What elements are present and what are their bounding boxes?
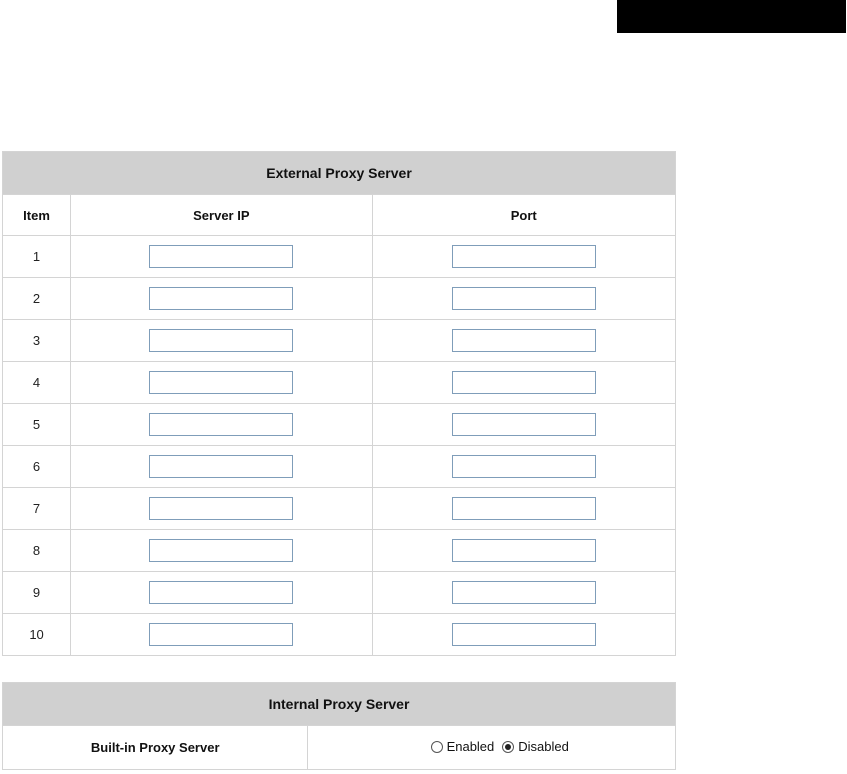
item-column-header: Item bbox=[1, 194, 72, 236]
server-ip-cell bbox=[70, 445, 373, 488]
table-row: 6 bbox=[1, 445, 677, 488]
port-cell bbox=[371, 235, 677, 278]
port-input[interactable] bbox=[451, 329, 596, 352]
port-cell bbox=[371, 613, 677, 656]
item-number: 2 bbox=[1, 277, 72, 320]
port-input[interactable] bbox=[451, 371, 596, 394]
builtin-proxy-row: Built-in Proxy Server Enabled Disabled bbox=[1, 725, 676, 770]
server-ip-input[interactable] bbox=[149, 329, 294, 352]
server-ip-cell bbox=[70, 319, 373, 362]
disabled-radio[interactable] bbox=[502, 740, 515, 753]
item-number: 9 bbox=[1, 571, 72, 614]
item-number: 5 bbox=[1, 403, 72, 446]
server-ip-column-header: Server IP bbox=[70, 194, 373, 236]
port-input[interactable] bbox=[451, 539, 596, 562]
server-ip-input[interactable] bbox=[149, 413, 294, 436]
port-cell bbox=[371, 403, 677, 446]
port-input[interactable] bbox=[451, 623, 596, 646]
enabled-radio[interactable] bbox=[430, 740, 443, 753]
item-number: 7 bbox=[1, 487, 72, 530]
server-ip-input[interactable] bbox=[149, 245, 294, 268]
server-ip-cell bbox=[70, 613, 373, 656]
enabled-radio-label[interactable]: Enabled bbox=[447, 739, 495, 754]
builtin-proxy-options: Enabled Disabled bbox=[307, 725, 676, 770]
server-ip-input[interactable] bbox=[149, 539, 294, 562]
server-ip-input[interactable] bbox=[149, 623, 294, 646]
item-number: 6 bbox=[1, 445, 72, 488]
server-ip-input[interactable] bbox=[149, 455, 294, 478]
port-input[interactable] bbox=[451, 497, 596, 520]
table-row: 3 bbox=[1, 319, 677, 362]
server-ip-input[interactable] bbox=[149, 371, 294, 394]
server-ip-cell bbox=[70, 403, 373, 446]
table-row: 8 bbox=[1, 529, 677, 572]
external-proxy-title: External Proxy Server bbox=[2, 151, 676, 195]
port-input[interactable] bbox=[451, 455, 596, 478]
item-number: 10 bbox=[1, 613, 72, 656]
port-cell bbox=[371, 487, 677, 530]
external-proxy-server-table: External Proxy Server Item Server IP Por… bbox=[1, 151, 677, 656]
table-row: 10 bbox=[1, 613, 677, 656]
server-ip-cell bbox=[70, 487, 373, 530]
port-cell bbox=[371, 445, 677, 488]
top-right-black-box bbox=[617, 0, 846, 33]
builtin-proxy-label: Built-in Proxy Server bbox=[1, 725, 309, 770]
port-cell bbox=[371, 571, 677, 614]
server-ip-cell bbox=[70, 361, 373, 404]
internal-proxy-server-table: Internal Proxy Server Built-in Proxy Ser… bbox=[1, 682, 676, 770]
table-row: 2 bbox=[1, 277, 677, 320]
port-input[interactable] bbox=[451, 581, 596, 604]
builtin-proxy-radio-group: Enabled Disabled bbox=[430, 739, 573, 754]
port-column-header: Port bbox=[371, 194, 677, 236]
server-ip-cell bbox=[70, 235, 373, 278]
table-row: 1 bbox=[1, 235, 677, 278]
server-ip-cell bbox=[70, 571, 373, 614]
server-ip-input[interactable] bbox=[149, 581, 294, 604]
table-row: 4 bbox=[1, 361, 677, 404]
port-input[interactable] bbox=[451, 245, 596, 268]
port-cell bbox=[371, 277, 677, 320]
port-cell bbox=[371, 319, 677, 362]
table-row: 7 bbox=[1, 487, 677, 530]
server-ip-cell bbox=[70, 529, 373, 572]
port-input[interactable] bbox=[451, 413, 596, 436]
disabled-radio-label[interactable]: Disabled bbox=[518, 739, 569, 754]
internal-proxy-title: Internal Proxy Server bbox=[2, 682, 676, 726]
port-cell bbox=[371, 361, 677, 404]
table-row: 9 bbox=[1, 571, 677, 614]
server-ip-cell bbox=[70, 277, 373, 320]
item-number: 8 bbox=[1, 529, 72, 572]
table-row: 5 bbox=[1, 403, 677, 446]
port-input[interactable] bbox=[451, 287, 596, 310]
server-ip-input[interactable] bbox=[149, 497, 294, 520]
item-number: 1 bbox=[1, 235, 72, 278]
item-number: 4 bbox=[1, 361, 72, 404]
item-number: 3 bbox=[1, 319, 72, 362]
port-cell bbox=[371, 529, 677, 572]
server-ip-input[interactable] bbox=[149, 287, 294, 310]
